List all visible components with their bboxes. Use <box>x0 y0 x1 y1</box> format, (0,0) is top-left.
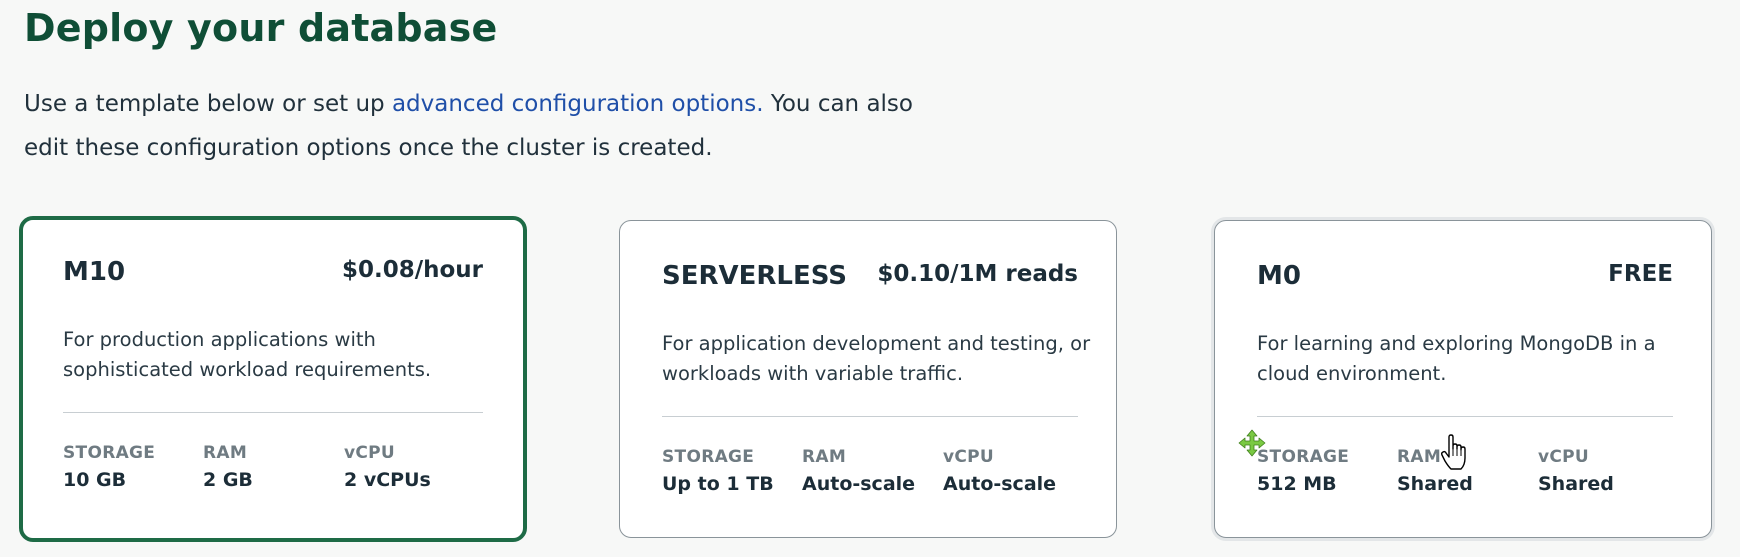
spec-value: Shared <box>1538 473 1614 495</box>
template-card-m10[interactable]: M10 $0.08/hour For production applicatio… <box>19 216 527 542</box>
spec-storage: STORAGE 512 MB <box>1257 445 1349 499</box>
spec-label: vCPU <box>1538 447 1590 467</box>
template-card-serverless[interactable]: SERVERLESS $0.10/1M reads For applicatio… <box>619 220 1117 538</box>
card-divider <box>63 412 483 413</box>
spec-vcpu: vCPU Shared <box>1538 445 1614 499</box>
card-price: $0.08/hour <box>341 257 483 283</box>
template-card-m0[interactable]: M0 FREE For learning and exploring Mongo… <box>1214 220 1712 538</box>
card-tier-name: SERVERLESS <box>662 261 848 291</box>
page-title: Deploy your database <box>24 6 498 50</box>
spec-value: 2 GB <box>203 469 253 491</box>
spec-vcpu: vCPU Auto-scale <box>943 445 1056 499</box>
intro-text-start: Use a template below or set up <box>24 91 392 117</box>
intro-text: Use a template below or set up advanced … <box>24 82 924 170</box>
spec-label: STORAGE <box>1257 447 1350 467</box>
card-tier-name: M10 <box>63 257 126 287</box>
spec-label: RAM <box>203 443 248 463</box>
card-tier-name: M0 <box>1257 261 1301 291</box>
spec-value: 2 vCPUs <box>344 469 431 491</box>
card-description: For application development and testing,… <box>662 332 1091 385</box>
card-description: For learning and exploring MongoDB in a … <box>1257 332 1656 385</box>
spec-label: vCPU <box>344 443 396 463</box>
spec-vcpu: vCPU 2 vCPUs <box>344 441 431 495</box>
move-cursor-icon <box>1238 429 1266 457</box>
spec-storage: STORAGE Up to 1 TB <box>662 445 774 499</box>
spec-label: RAM <box>802 447 847 467</box>
spec-label: vCPU <box>943 447 995 467</box>
card-price: $0.10/1M reads <box>877 261 1078 287</box>
spec-ram: RAM 2 GB <box>203 441 253 495</box>
card-description: For production applications with sophist… <box>63 328 432 381</box>
card-price: FREE <box>1608 261 1673 287</box>
spec-value: Up to 1 TB <box>662 473 774 495</box>
advanced-configuration-link[interactable]: advanced configuration options. <box>392 91 764 117</box>
hand-pointer-icon <box>1440 434 1466 470</box>
spec-ram: RAM Auto-scale <box>802 445 915 499</box>
card-divider <box>1257 416 1673 417</box>
spec-value: Shared <box>1397 473 1473 495</box>
spec-value: Auto-scale <box>802 473 916 495</box>
spec-label: STORAGE <box>63 443 156 463</box>
spec-storage: STORAGE 10 GB <box>63 441 155 495</box>
spec-label: STORAGE <box>662 447 755 467</box>
spec-value: Auto-scale <box>943 473 1057 495</box>
card-divider <box>662 416 1078 417</box>
spec-value: 10 GB <box>63 469 127 491</box>
spec-value: 512 MB <box>1257 473 1337 495</box>
